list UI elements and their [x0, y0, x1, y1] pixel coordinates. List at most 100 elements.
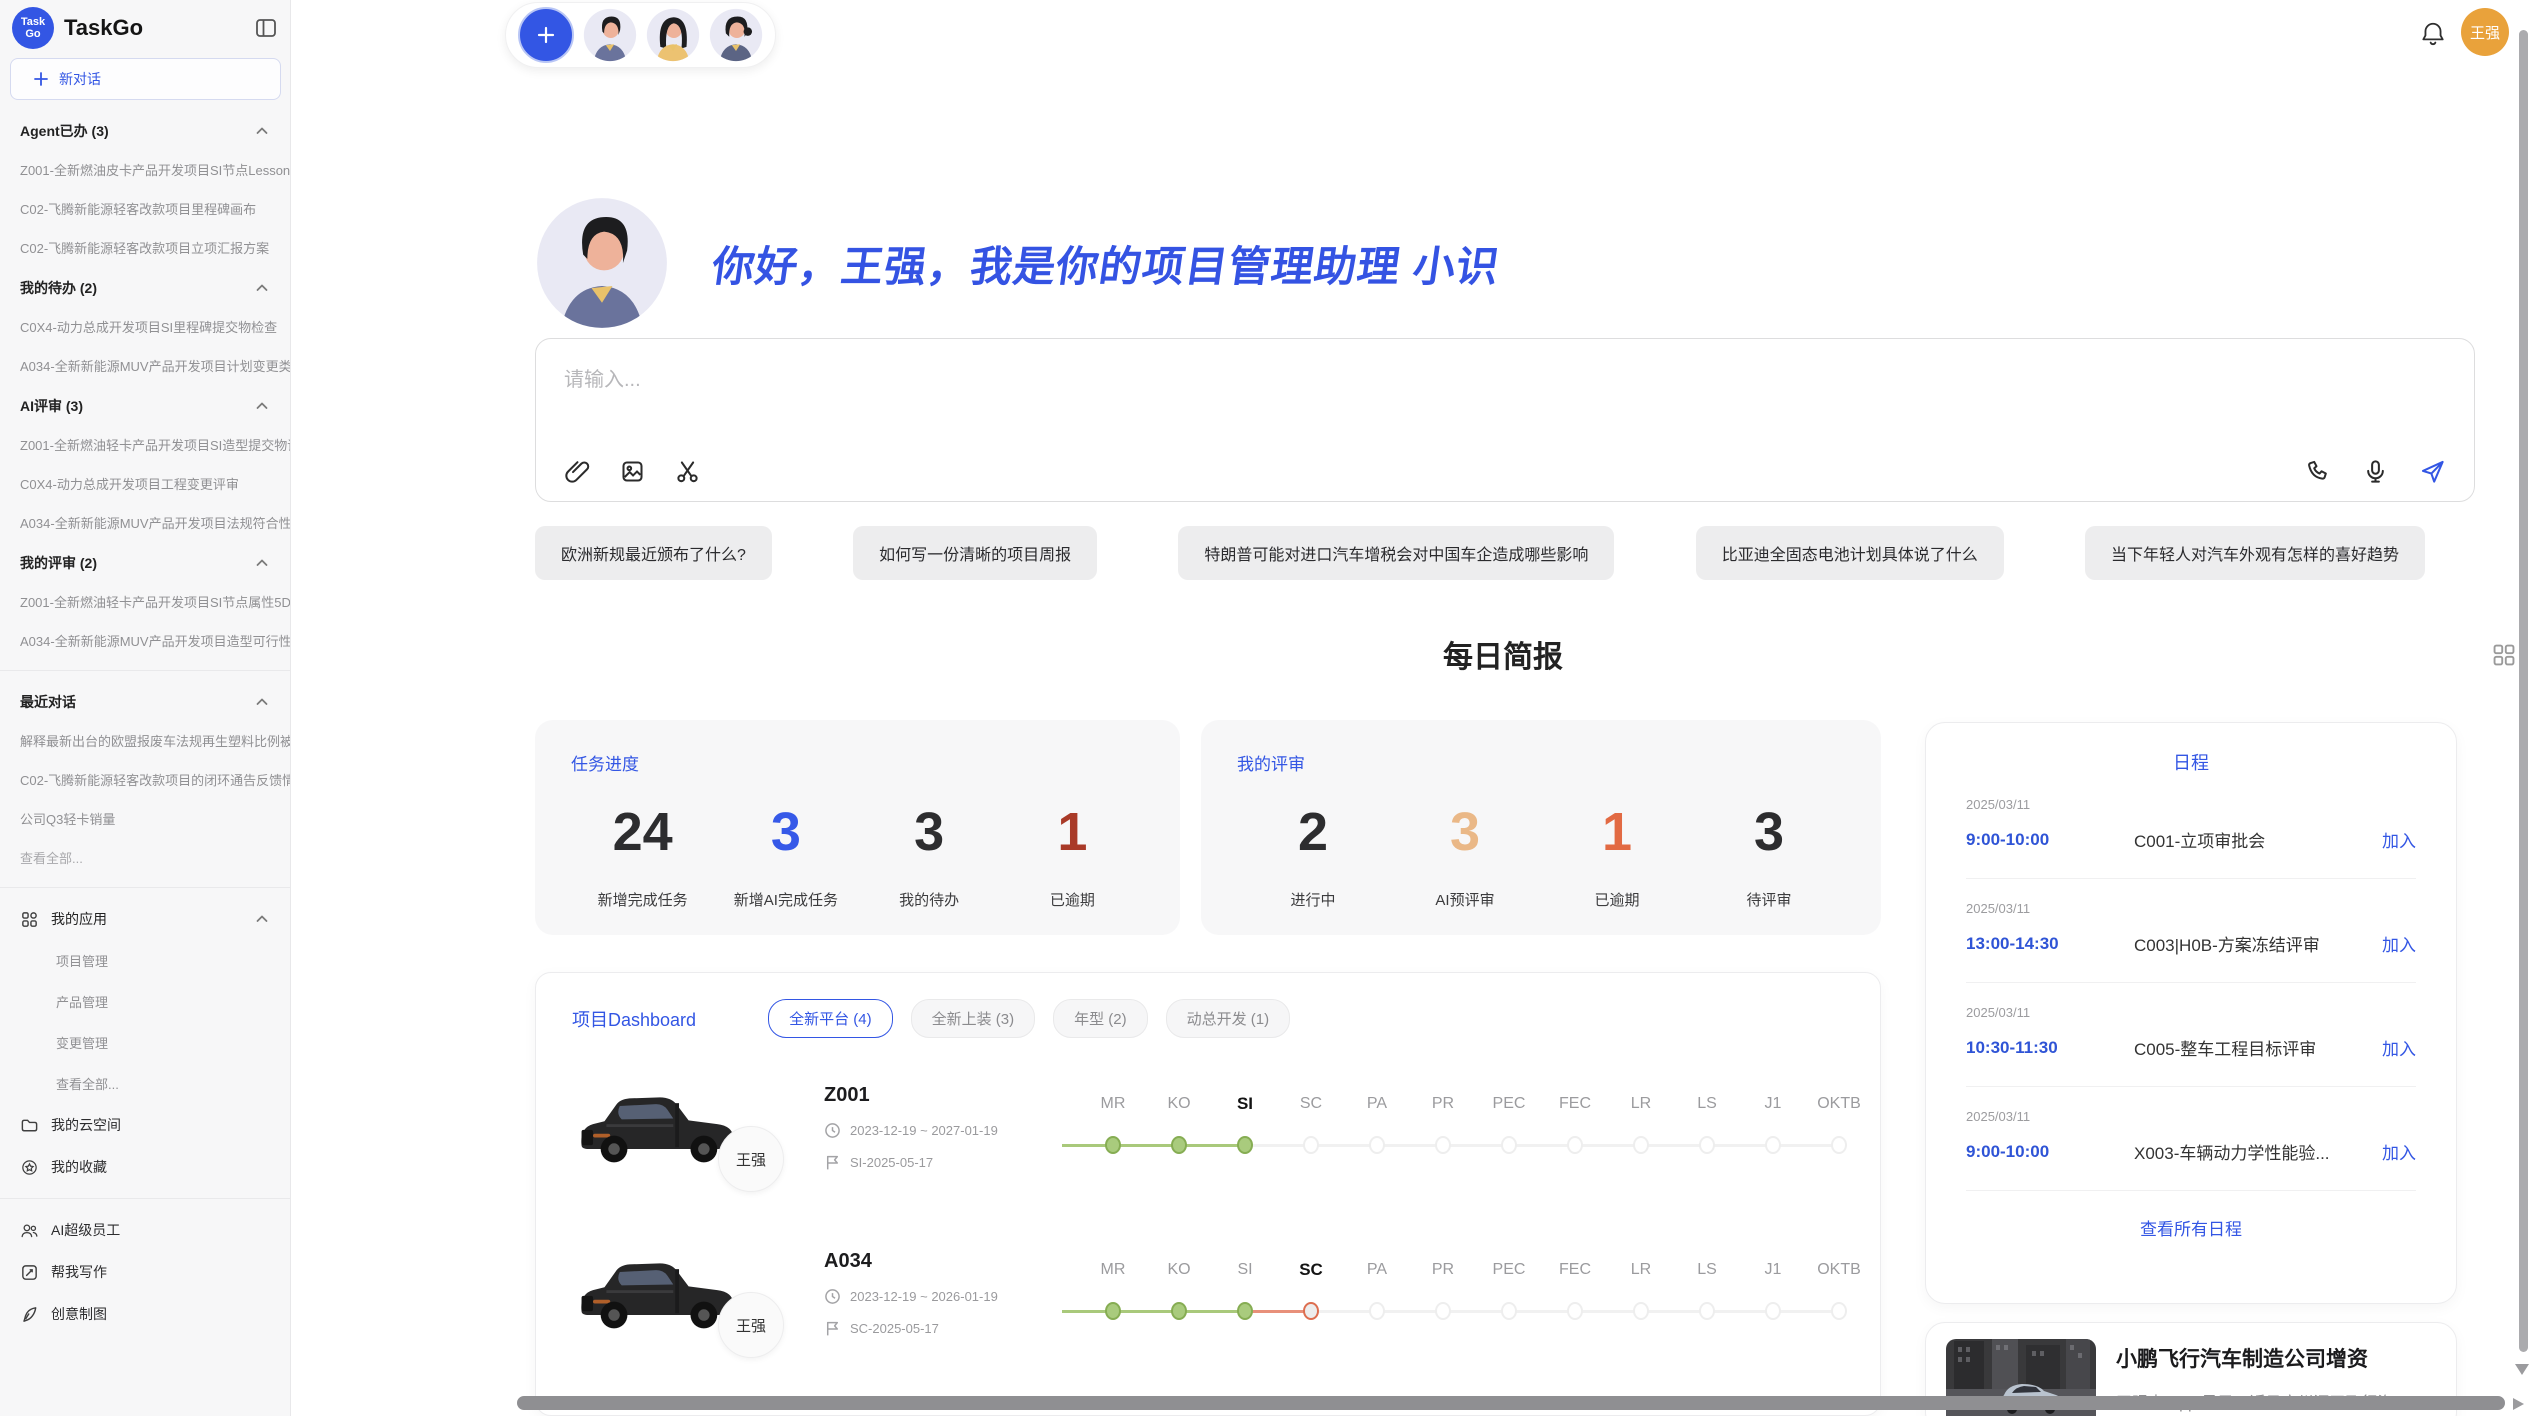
avatar[interactable]	[583, 8, 637, 62]
milestone-dot	[1435, 1136, 1451, 1154]
sidebar-item[interactable]: A034-全新新能源MUV产品开发项目计划变更类编写	[0, 346, 290, 385]
sidebar-section-header[interactable]: Agent已办 (3)	[0, 110, 290, 150]
app-item[interactable]: 项目管理	[0, 940, 290, 981]
sidebar-item-users[interactable]: AI超级员工	[0, 1209, 290, 1251]
schedule-date: 2025/03/11	[1966, 1109, 2416, 1124]
app-item[interactable]: 变更管理	[0, 1022, 290, 1063]
join-meeting-link[interactable]: 加入	[2382, 931, 2416, 956]
plus-icon	[33, 71, 49, 87]
sidebar-item-badge[interactable]: 我的收藏	[0, 1146, 290, 1188]
new-chat-button[interactable]: 新对话	[10, 58, 281, 100]
message-input[interactable]	[536, 339, 2474, 429]
milestone-label: SC	[1278, 1258, 1344, 1282]
milestone-connector	[1509, 1144, 1575, 1147]
apps-grid-icon	[20, 910, 39, 929]
view-all-schedule-link[interactable]: 查看所有日程	[1966, 1215, 2416, 1240]
recent-conversation-item[interactable]: 解释最新出台的欧盟报废车法规再生塑料比例被调至15%...	[0, 721, 290, 760]
grid-layout-icon[interactable]	[2491, 642, 2517, 668]
horizontal-scrollbar[interactable]	[517, 1396, 2505, 1410]
sidebar-item[interactable]: C02-飞腾新能源轻客改款项目里程碑画布	[0, 189, 290, 228]
milestone-dot	[1369, 1136, 1385, 1154]
user-avatar[interactable]: 王强	[2461, 8, 2509, 56]
scroll-down-arrow[interactable]	[2515, 1364, 2529, 1375]
logo-text-bottom: Go	[25, 28, 40, 40]
join-meeting-link[interactable]: 加入	[2382, 827, 2416, 852]
sidebar-section-header[interactable]: 我的评审 (2)	[0, 542, 290, 582]
collapse-sidebar-icon[interactable]	[254, 16, 278, 40]
project-code: A034	[824, 1250, 1064, 1273]
recent-conversation-item[interactable]: 公司Q3轻卡销量	[0, 799, 290, 838]
image-icon[interactable]	[619, 458, 646, 485]
scissors-icon[interactable]	[674, 458, 701, 485]
milestone-dot	[1501, 1136, 1517, 1154]
milestone-connector	[1113, 1144, 1179, 1147]
sidebar-item[interactable]: A034-全新新能源MUV产品开发项目法规符合性评审	[0, 503, 290, 542]
join-meeting-link[interactable]: 加入	[2382, 1139, 2416, 1164]
sidebar-item[interactable]: Z001-全新燃油轻卡产品开发项目SI造型提交物评审	[0, 425, 290, 464]
briefing-card: 任务进度 24新增完成任务3新增AI完成任务3我的待办1已逾期	[535, 720, 1180, 935]
message-composer	[535, 338, 2475, 502]
sidebar-section-header[interactable]: AI评审 (3)	[0, 385, 290, 425]
milestone-label: KO	[1146, 1092, 1212, 1116]
milestone-label: PA	[1344, 1092, 1410, 1116]
milestone: OKTB	[1806, 1092, 1872, 1154]
avatar[interactable]	[709, 8, 763, 62]
phone-icon[interactable]	[2305, 458, 2332, 485]
notifications-bell-icon[interactable]	[2419, 20, 2447, 48]
sidebar-section-header[interactable]: 最近对话	[0, 681, 290, 721]
dashboard-filter-pill[interactable]: 全新平台 (4)	[768, 999, 893, 1038]
suggestion-chip[interactable]: 如何写一份清晰的项目周报	[853, 526, 1097, 580]
sidebar-item-write[interactable]: 帮我写作	[0, 1251, 290, 1293]
project-date-range: 2023-12-19 ~ 2027-01-19	[824, 1122, 1064, 1139]
suggestion-chip[interactable]: 比亚迪全固态电池计划具体说了什么	[1696, 526, 2004, 580]
milestone-connector	[1245, 1144, 1311, 1147]
sidebar-section-header[interactable]: 我的应用	[0, 898, 290, 940]
sidebar-item[interactable]: C0X4-动力总成开发项目工程变更评审	[0, 464, 290, 503]
sidebar-item-pen[interactable]: 创意制图	[0, 1293, 290, 1335]
sidebar-item[interactable]: C02-飞腾新能源轻客改款项目立项汇报方案	[0, 228, 290, 267]
milestone-label: PEC	[1476, 1258, 1542, 1282]
suggestion-chip[interactable]: 特朗普可能对进口汽车增税会对中国车企造成哪些影响	[1178, 526, 1614, 580]
briefing-stats-row: 24新增完成任务3新增AI完成任务3我的待办1已逾期	[571, 801, 1144, 910]
view-all-apps-link[interactable]: 查看全部...	[0, 1063, 290, 1104]
project-row: 王强A0342023-12-19 ~ 2026-01-19SC-2025-05-…	[572, 1244, 1844, 1394]
milestone-label: PA	[1344, 1258, 1410, 1282]
suggestion-chip[interactable]: 欧洲新规最近颁布了什么?	[535, 526, 772, 580]
view-all-conversations-link[interactable]: 查看全部...	[0, 838, 290, 877]
divider	[0, 670, 290, 671]
avatar[interactable]	[646, 8, 700, 62]
sidebar-item[interactable]: Z001-全新燃油轻卡产品开发项目SI节点属性5D文件评审	[0, 582, 290, 621]
microphone-icon[interactable]	[2362, 458, 2389, 485]
sidebar-item-folder[interactable]: 我的云空间	[0, 1104, 290, 1146]
vertical-scrollbar[interactable]	[2519, 30, 2528, 1352]
stat-label: 我的待办	[874, 889, 984, 910]
sidebar-item[interactable]: Z001-全新燃油皮卡产品开发项目SI节点Lesson Learn报告	[0, 150, 290, 189]
briefing-card-title: 任务进度	[571, 750, 1144, 775]
schedule-time: 9:00-10:00	[1966, 830, 2134, 850]
dashboard-filter-pill[interactable]: 动总开发 (1)	[1166, 999, 1291, 1038]
sidebar-row-label: 我的收藏	[51, 1157, 107, 1177]
scroll-right-arrow[interactable]	[2513, 1398, 2524, 1410]
schedule-event-title: X003-车辆动力学性能验...	[2134, 1139, 2382, 1164]
milestone-connector	[1773, 1310, 1839, 1313]
milestone-connector	[1707, 1310, 1773, 1313]
schedule-date: 2025/03/11	[1966, 1005, 2416, 1020]
sidebar-item[interactable]: A034-全新新能源MUV产品开发项目造型可行性评审	[0, 621, 290, 660]
dashboard-filter-pill[interactable]: 全新上装 (3)	[911, 999, 1036, 1038]
suggestion-chip[interactable]: 当下年轻人对汽车外观有怎样的喜好趋势	[2085, 526, 2425, 580]
attachment-paperclip-icon[interactable]	[564, 458, 591, 485]
join-meeting-link[interactable]: 加入	[2382, 1035, 2416, 1060]
recent-conversation-item[interactable]: C02-飞腾新能源轻客改款项目的闭环通告反馈情况	[0, 760, 290, 799]
send-icon[interactable]	[2419, 458, 2446, 485]
conversation-switcher	[505, 2, 776, 68]
add-conversation-button[interactable]	[518, 7, 574, 63]
sidebar: Task Go TaskGo 新对话 Agent已办 (3)Z001-全新燃油皮…	[0, 0, 291, 1416]
schedule-item: 2025/03/1110:30-11:30C005-整车工程目标评审加入	[1966, 983, 2416, 1087]
sidebar-item[interactable]: C0X4-动力总成开发项目SI里程碑提交物检查	[0, 307, 290, 346]
app-item[interactable]: 产品管理	[0, 981, 290, 1022]
dashboard-filter-pill[interactable]: 年型 (2)	[1053, 999, 1148, 1038]
milestone-label: FEC	[1542, 1258, 1608, 1282]
daily-briefing-header: 每日简报	[535, 632, 2471, 676]
sidebar-section-header[interactable]: 我的待办 (2)	[0, 267, 290, 307]
milestone-dot	[1831, 1136, 1847, 1154]
